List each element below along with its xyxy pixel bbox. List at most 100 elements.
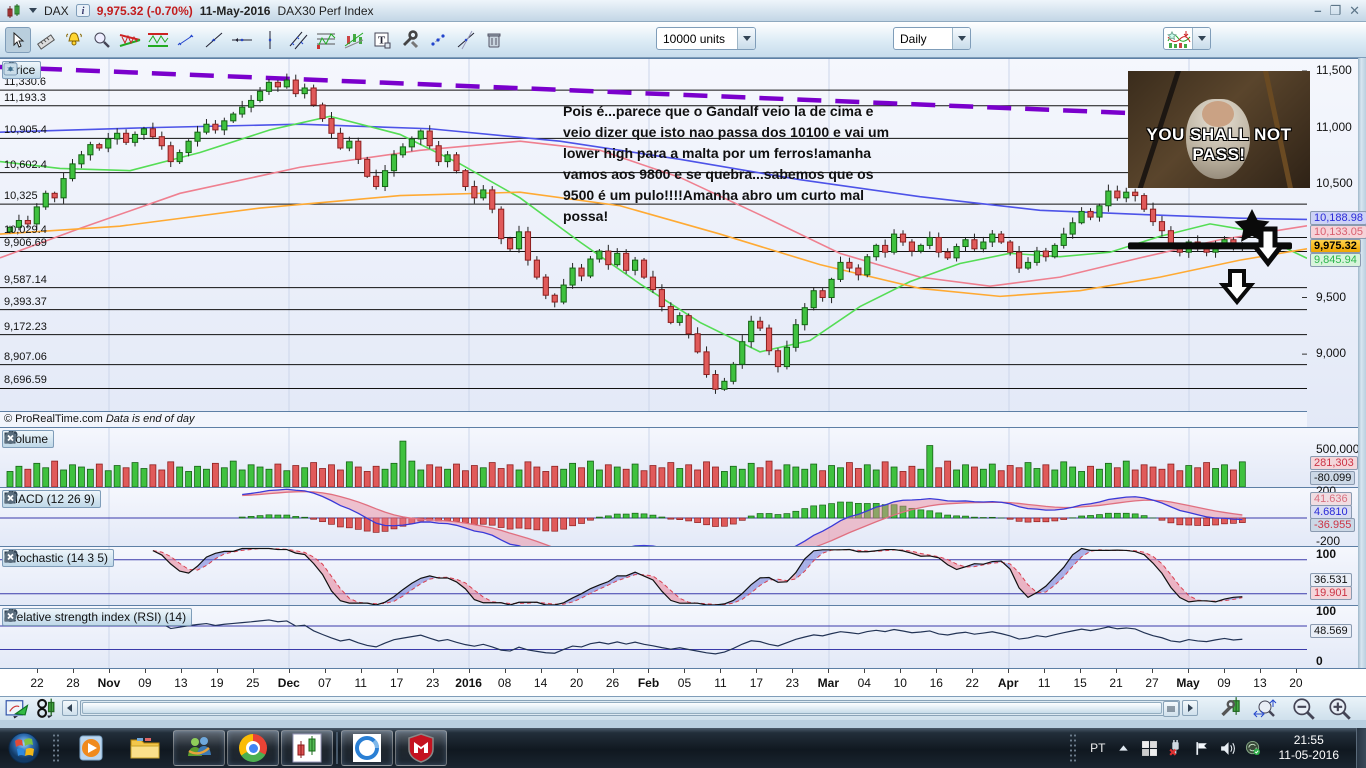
- segment-tool[interactable]: [173, 27, 199, 53]
- candlestick[interactable]: [409, 139, 414, 147]
- candlestick[interactable]: [811, 291, 816, 308]
- close-panel-icon[interactable]: [3, 609, 18, 623]
- candlestick[interactable]: [597, 251, 602, 259]
- candlestick[interactable]: [918, 245, 923, 251]
- candlestick[interactable]: [1079, 211, 1084, 222]
- candlestick[interactable]: [97, 145, 102, 148]
- stochastic-panel[interactable]: Stochastic (14 3 5)10036.53119.901: [0, 546, 1366, 605]
- candlestick[interactable]: [43, 193, 48, 207]
- price-panel[interactable]: 11,330.611,193.310,905.410,602.410,32510…: [0, 58, 1366, 427]
- candlestick[interactable]: [338, 133, 343, 148]
- candlestick[interactable]: [972, 240, 977, 249]
- candlestick-analysis-tool[interactable]: [341, 27, 367, 53]
- scroll-left-button[interactable]: [62, 700, 78, 716]
- candlestick[interactable]: [61, 179, 66, 198]
- objects-settings-tool[interactable]: [397, 27, 423, 53]
- candlestick[interactable]: [534, 260, 539, 277]
- taskbar-java-app[interactable]: [341, 730, 393, 766]
- candlestick[interactable]: [168, 146, 173, 162]
- symbol-dropdown-arrow[interactable]: [29, 8, 37, 13]
- candlestick[interactable]: [329, 119, 334, 134]
- candlestick[interactable]: [891, 234, 896, 252]
- candlestick[interactable]: [856, 268, 861, 275]
- candlestick[interactable]: [507, 239, 512, 249]
- candlestick[interactable]: [275, 82, 280, 87]
- candlestick[interactable]: [427, 131, 432, 146]
- zoom-tool[interactable]: [89, 27, 115, 53]
- chart-annotation-text[interactable]: Pois é...parece que o Gandalf veio la de…: [563, 101, 993, 227]
- candlestick[interactable]: [132, 134, 137, 142]
- candlestick[interactable]: [1016, 252, 1021, 268]
- candlestick[interactable]: [990, 234, 995, 242]
- candlestick[interactable]: [293, 80, 298, 94]
- symbol-label[interactable]: DAX: [44, 4, 69, 18]
- move-panel-up-icon[interactable]: [3, 62, 18, 76]
- taskbar-prorealtime[interactable]: [281, 730, 333, 766]
- chart-settings-icon[interactable]: [1219, 696, 1245, 722]
- candlestick[interactable]: [1052, 245, 1057, 256]
- stochastic-panel-header[interactable]: Stochastic (14 3 5): [2, 549, 114, 567]
- candlestick[interactable]: [1150, 209, 1155, 221]
- candlestick[interactable]: [418, 131, 423, 139]
- candlestick[interactable]: [838, 262, 843, 279]
- candlestick[interactable]: [257, 91, 262, 100]
- period-dropdown-button[interactable]: [952, 28, 970, 49]
- candlestick[interactable]: [874, 245, 879, 256]
- horizontal-line-tool[interactable]: [229, 27, 255, 53]
- delete-tool[interactable]: [481, 27, 507, 53]
- candlestick[interactable]: [865, 257, 870, 275]
- candlestick[interactable]: [204, 124, 209, 132]
- candlestick[interactable]: [79, 155, 84, 164]
- taskbar-chrome[interactable]: [227, 730, 279, 766]
- rsi-panel[interactable]: Relative strength index (RSI) (14)100048…: [0, 605, 1366, 668]
- candlestick[interactable]: [382, 171, 387, 187]
- zoom-out-icon[interactable]: [1291, 696, 1317, 722]
- candlestick[interactable]: [347, 141, 352, 148]
- candlestick[interactable]: [552, 295, 557, 302]
- candlestick[interactable]: [1106, 191, 1111, 206]
- rsi-panel-header[interactable]: Relative strength index (RSI) (14): [2, 608, 192, 626]
- fibonacci-tool[interactable]: [313, 27, 339, 53]
- candlestick[interactable]: [195, 132, 200, 141]
- volume-panel-header[interactable]: Volume: [2, 430, 54, 448]
- candlestick[interactable]: [150, 129, 155, 137]
- candlestick[interactable]: [1034, 251, 1039, 262]
- candlestick[interactable]: [927, 237, 932, 245]
- candlestick[interactable]: [106, 139, 111, 148]
- taskbar-explorer[interactable]: [119, 730, 171, 766]
- pattern-triangle-tool[interactable]: [117, 27, 143, 53]
- candlestick[interactable]: [793, 325, 798, 348]
- candlestick[interactable]: [1097, 206, 1102, 217]
- candlestick[interactable]: [588, 259, 593, 276]
- candlestick[interactable]: [677, 316, 682, 323]
- pattern-range-tool[interactable]: [145, 27, 171, 53]
- candlestick[interactable]: [240, 107, 245, 114]
- candlestick[interactable]: [570, 268, 575, 285]
- candlestick[interactable]: [802, 308, 807, 325]
- close-panel-icon[interactable]: [3, 491, 18, 505]
- chart-style-button[interactable]: [1163, 27, 1211, 50]
- candlestick[interactable]: [695, 334, 700, 352]
- candlestick[interactable]: [481, 190, 486, 198]
- crossed-lines-tool[interactable]: [453, 27, 479, 53]
- network-error-icon[interactable]: [1167, 740, 1184, 757]
- scrollbar-thumb[interactable]: [82, 702, 1162, 714]
- taskbar-messenger[interactable]: [173, 730, 225, 766]
- macd-panel-header[interactable]: MACD (12 26 9): [2, 490, 101, 508]
- candlestick[interactable]: [981, 242, 986, 249]
- link-charts-icon[interactable]: [33, 696, 59, 722]
- candlestick[interactable]: [847, 262, 852, 268]
- candlestick[interactable]: [34, 207, 39, 224]
- candlestick[interactable]: [650, 277, 655, 289]
- candlestick[interactable]: [490, 190, 495, 209]
- action-center-flag-icon[interactable]: [1193, 740, 1210, 757]
- candlestick[interactable]: [222, 121, 227, 130]
- candlestick[interactable]: [391, 155, 396, 171]
- candlestick[interactable]: [231, 114, 236, 121]
- candlestick[interactable]: [115, 133, 120, 139]
- period-dropdown[interactable]: Daily: [893, 27, 971, 50]
- candlestick[interactable]: [1142, 196, 1147, 210]
- line-tool[interactable]: [201, 27, 227, 53]
- candlestick[interactable]: [883, 245, 888, 252]
- candlestick[interactable]: [704, 352, 709, 375]
